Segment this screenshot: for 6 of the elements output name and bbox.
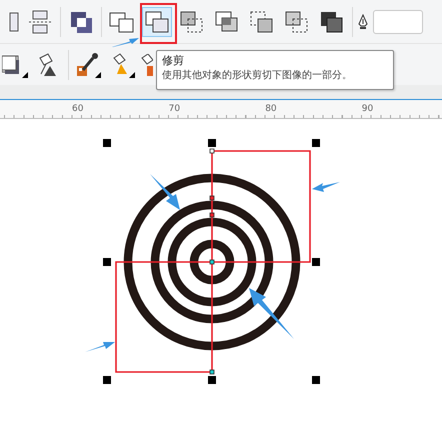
tooltip-description: 使用其他对象的形状剪切下图像的一部分。 xyxy=(162,68,353,83)
ruler-label: 70 xyxy=(168,104,182,114)
ruler-label: 60 xyxy=(72,104,84,114)
ruler-label: 90 xyxy=(362,104,374,114)
ruler-label: 80 xyxy=(265,104,278,114)
tooltip-title: 修剪 xyxy=(162,53,185,68)
